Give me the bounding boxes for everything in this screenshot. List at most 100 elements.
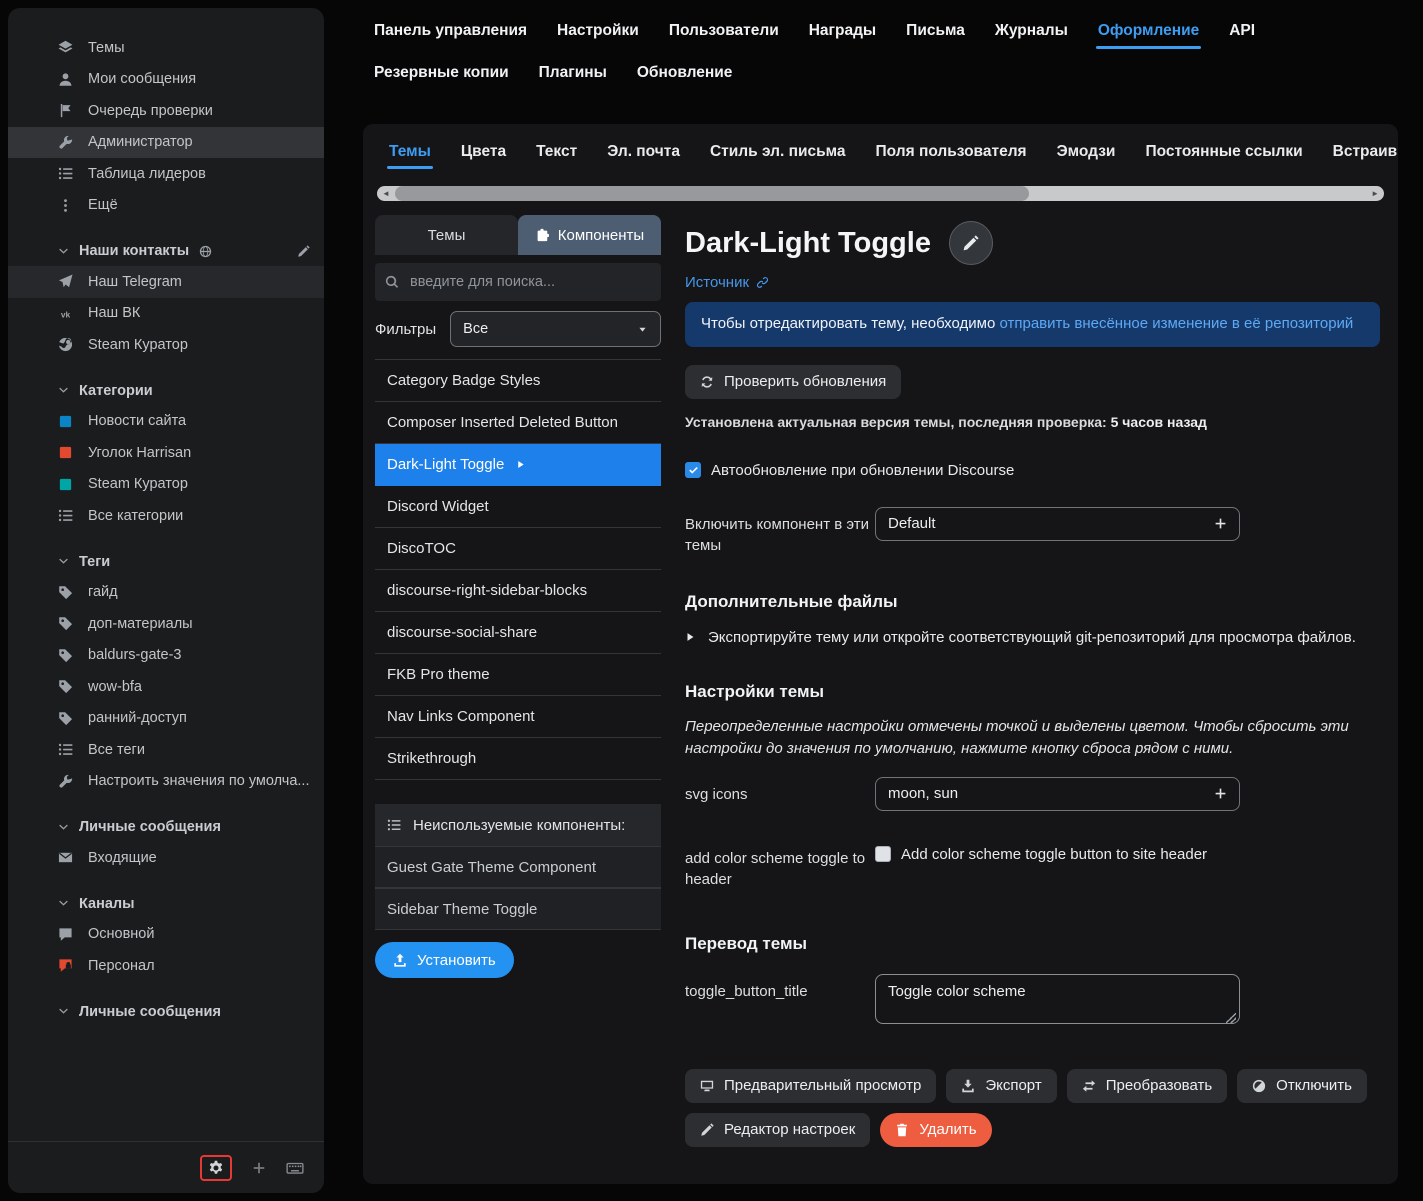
tag-icon xyxy=(58,679,73,694)
checkbox-checked-icon[interactable] xyxy=(685,462,701,478)
component-list-item[interactable]: DiscoTOC xyxy=(375,528,661,570)
translation-input[interactable]: Toggle color scheme xyxy=(875,973,1240,1024)
customize-tab[interactable]: Постоянные ссылки xyxy=(1143,127,1304,177)
component-list-item[interactable]: Strikethrough xyxy=(375,738,661,780)
admin-nav-item[interactable]: Оформление xyxy=(1095,22,1202,49)
admin-nav-item[interactable]: Письма xyxy=(906,22,965,40)
pencil-icon[interactable] xyxy=(297,245,310,258)
gear-highlight-box xyxy=(200,1154,232,1181)
sidebar-item[interactable]: доп-материалы xyxy=(8,608,324,640)
sidebar-item[interactable]: Администратор xyxy=(8,126,324,158)
settings-editor-label: Редактор настроек xyxy=(724,1121,856,1138)
settings-editor-button[interactable]: Редактор настроек xyxy=(685,1112,871,1147)
delete-button[interactable]: Удалить xyxy=(880,1112,992,1147)
sidebar-item[interactable]: Steam Куратор xyxy=(8,329,324,361)
customize-tab[interactable]: Стиль эл. письма xyxy=(708,127,848,177)
admin-nav-item[interactable]: Награды xyxy=(809,22,876,40)
export-button[interactable]: Экспорт xyxy=(946,1068,1057,1103)
convert-button[interactable]: Преобразовать xyxy=(1066,1068,1228,1103)
admin-nav-item[interactable]: Журналы xyxy=(995,22,1068,40)
tab-themes[interactable]: Темы xyxy=(375,215,518,255)
checkbox-unchecked-icon[interactable] xyxy=(875,846,891,862)
edit-title-button[interactable] xyxy=(948,221,993,265)
sidebar-item-label: wow-bfa xyxy=(88,678,142,695)
customize-tab[interactable]: Цвета xyxy=(459,127,508,177)
sidebar-section-header[interactable]: Наши контакты xyxy=(8,236,324,266)
sidebar-item[interactable]: Темы xyxy=(8,32,324,64)
admin-nav-item[interactable]: API xyxy=(1229,22,1255,40)
component-list-item[interactable]: FKB Pro theme xyxy=(375,654,661,696)
sidebar-item[interactable]: Ещё xyxy=(8,190,324,222)
scroll-right-arrow[interactable]: ► xyxy=(1371,186,1379,201)
sidebar-item[interactable]: Новости сайта xyxy=(8,406,324,438)
component-list-item[interactable]: discourse-right-sidebar-blocks xyxy=(375,570,661,612)
sidebar-item[interactable]: Уголок Harrisan xyxy=(8,437,324,469)
plus-icon[interactable] xyxy=(1214,517,1227,530)
svg-icons-value: moon, sun xyxy=(888,785,959,802)
sidebar-item-label: Темы xyxy=(88,39,125,56)
component-list-item[interactable]: Composer Inserted Deleted Button xyxy=(375,402,661,444)
customize-tab[interactable]: Темы xyxy=(387,127,433,177)
search-input[interactable] xyxy=(408,273,651,291)
sidebar-item[interactable]: Мои сообщения xyxy=(8,64,324,96)
component-list-item[interactable]: Discord Widget xyxy=(375,486,661,528)
sidebar-item[interactable]: ранний-доступ xyxy=(8,703,324,735)
sidebar-item[interactable]: wow-bfa xyxy=(8,671,324,703)
check-updates-button[interactable]: Проверить обновления xyxy=(685,364,902,399)
unused-component-item[interactable]: Guest Gate Theme Component xyxy=(375,846,661,888)
sidebar-item[interactable]: baldurs-gate-3 xyxy=(8,640,324,672)
admin-nav-item[interactable]: Обновление xyxy=(637,64,733,82)
sidebar-item[interactable]: Персонал xyxy=(8,950,324,982)
sidebar-section-header[interactable]: Теги xyxy=(8,547,324,577)
preview-button[interactable]: Предварительный просмотр xyxy=(685,1068,937,1103)
gear-icon[interactable] xyxy=(208,1160,224,1176)
sidebar-item[interactable]: Наш Telegram xyxy=(8,266,324,298)
color-toggle-checkbox-row[interactable]: Add color scheme toggle button to site h… xyxy=(875,841,1207,863)
sidebar-item[interactable]: гайд xyxy=(8,577,324,609)
sidebar-item[interactable]: Наш ВК xyxy=(8,298,324,330)
customize-tab[interactable]: Эмодзи xyxy=(1055,127,1118,177)
component-list-item[interactable]: discourse-social-share xyxy=(375,612,661,654)
keyboard-icon[interactable] xyxy=(286,1159,304,1177)
plus-icon[interactable] xyxy=(252,1161,266,1175)
component-list-item[interactable]: Category Badge Styles xyxy=(375,360,661,402)
customize-tab[interactable]: Встраив xyxy=(1331,127,1398,177)
customize-tab[interactable]: Эл. почта xyxy=(605,127,682,177)
sidebar-item[interactable]: Основной xyxy=(8,919,324,951)
admin-nav-item[interactable]: Плагины xyxy=(539,64,607,82)
admin-nav-item[interactable]: Резервные копии xyxy=(374,64,509,82)
admin-nav-item[interactable]: Настройки xyxy=(557,22,639,40)
sidebar-item[interactable]: Steam Куратор xyxy=(8,469,324,501)
scroll-left-arrow[interactable]: ◄ xyxy=(382,186,390,201)
sidebar-section-header[interactable]: Личные сообщения xyxy=(8,997,324,1027)
sidebar-item[interactable]: Настроить значения по умолча... xyxy=(8,766,324,798)
horizontal-scrollbar[interactable]: ◄ ► xyxy=(377,186,1384,201)
svg-icons-select[interactable]: moon, sun xyxy=(875,776,1240,811)
sidebar-item[interactable]: Все теги xyxy=(8,734,324,766)
admin-nav-item[interactable]: Панель управления xyxy=(374,22,527,40)
unused-component-item[interactable]: Sidebar Theme Toggle xyxy=(375,888,661,930)
admin-nav-item[interactable]: Пользователи xyxy=(669,22,779,40)
customize-tab[interactable]: Поля пользователя xyxy=(874,127,1029,177)
scrollbar-thumb[interactable] xyxy=(395,186,1030,201)
sidebar-item[interactable]: Таблица лидеров xyxy=(8,158,324,190)
install-button[interactable]: Установить xyxy=(375,942,514,978)
sidebar-section-header[interactable]: Категории xyxy=(8,376,324,406)
sidebar-item[interactable]: Все категории xyxy=(8,500,324,532)
include-themes-select[interactable]: Default xyxy=(875,506,1240,541)
tab-components[interactable]: Компоненты xyxy=(518,215,661,255)
filters-select[interactable]: Все xyxy=(450,311,661,347)
plus-icon[interactable] xyxy=(1214,787,1227,800)
customize-tab[interactable]: Текст xyxy=(534,127,579,177)
component-list-item[interactable]: Dark-Light Toggle xyxy=(375,444,661,486)
sidebar-section-header[interactable]: Личные сообщения xyxy=(8,812,324,842)
disable-button[interactable]: Отключить xyxy=(1237,1068,1367,1103)
component-list-item[interactable]: Nav Links Component xyxy=(375,696,661,738)
source-link[interactable]: Источник xyxy=(685,274,769,291)
extra-files-toggle[interactable]: Экспортируйте тему или откройте соответс… xyxy=(685,629,1380,646)
sidebar-section-header[interactable]: Каналы xyxy=(8,889,324,919)
sidebar-item[interactable]: Очередь проверки xyxy=(8,95,324,127)
push-changes-link[interactable]: отправить внесённое изменение в её репоз… xyxy=(999,315,1353,332)
autoupdate-toggle[interactable]: Автообновление при обновлении Discourse xyxy=(685,462,1380,479)
sidebar-item[interactable]: Входящие xyxy=(8,842,324,874)
